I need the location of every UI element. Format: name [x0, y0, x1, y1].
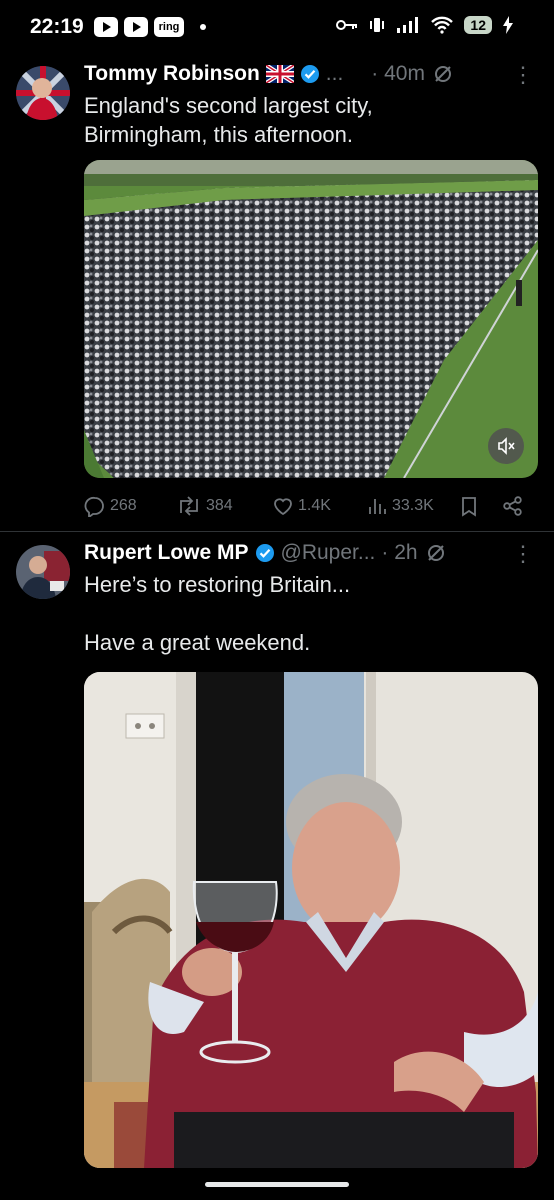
- tweet-photo[interactable]: [84, 672, 538, 1168]
- tweet-text: Here’s to restoring Britain... Have a gr…: [84, 572, 351, 655]
- home-indicator[interactable]: [205, 1182, 349, 1187]
- tweet-time: · 2h: [381, 541, 418, 564]
- verified-badge-icon: [255, 544, 274, 562]
- more-icon[interactable]: ⋮: [512, 541, 534, 567]
- author-name[interactable]: Rupert Lowe MP: [84, 541, 249, 565]
- avatar[interactable]: [16, 545, 70, 599]
- tweet-header: Rupert Lowe MP @Ruper... · 2h: [84, 541, 446, 565]
- grok-icon[interactable]: [426, 543, 446, 563]
- tweet[interactable]: Rupert Lowe MP @Ruper... · 2h ⋮ Here’s t…: [0, 0, 554, 1200]
- author-handle: @Ruper...: [280, 541, 376, 564]
